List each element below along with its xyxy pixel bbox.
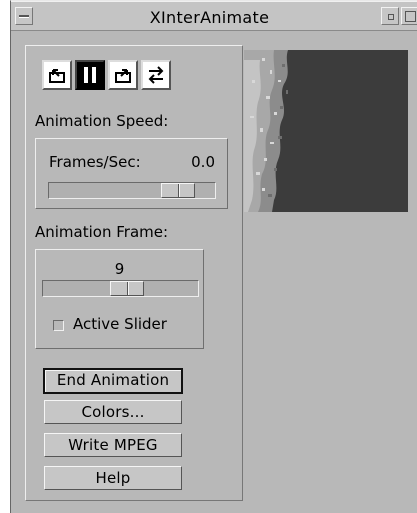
end-animation-button[interactable]: End Animation	[43, 368, 183, 394]
maximize-button[interactable]	[401, 7, 417, 25]
pause-icon	[84, 67, 96, 83]
minimize-button[interactable]	[381, 7, 399, 25]
window-menu-button[interactable]	[15, 7, 33, 25]
write-mpeg-button[interactable]: Write MPEG	[44, 433, 182, 457]
frame-number: 9	[114, 260, 125, 278]
speed-slider[interactable]	[48, 182, 216, 199]
frame-group: 9 Active Slider	[35, 249, 204, 349]
window-title: XInterAnimate	[149, 8, 270, 27]
speed-group: Frames/Sec: 0.0	[35, 138, 228, 209]
help-button[interactable]: Help	[44, 466, 182, 490]
step-backward-button[interactable]	[42, 60, 72, 90]
animation-speed-heading: Animation Speed:	[35, 112, 169, 130]
animation-preview	[244, 50, 408, 212]
loop-arrows-icon	[148, 66, 164, 84]
frames-per-sec-value: 0.0	[191, 153, 215, 171]
frames-per-sec-label: Frames/Sec:	[49, 153, 141, 171]
loop-toggle-button[interactable]	[141, 60, 171, 90]
step-backward-icon	[49, 69, 65, 83]
speed-slider-thumb[interactable]	[161, 183, 195, 198]
active-slider-checkbox[interactable]	[53, 320, 64, 331]
frame-slider-thumb[interactable]	[110, 281, 144, 296]
title-bar[interactable]: XInterAnimate	[11, 1, 417, 31]
animation-frame-heading: Animation Frame:	[35, 223, 169, 241]
frame-slider[interactable]	[42, 280, 199, 297]
control-panel: Animation Speed: Frames/Sec: 0.0 Animati…	[25, 45, 243, 501]
colors-button[interactable]: Colors...	[44, 400, 182, 424]
xinteranimate-window: XInterAnimate Animation Speed: Frames/Se…	[10, 0, 417, 513]
active-slider-label: Active Slider	[73, 315, 167, 333]
animation-frame-image	[244, 50, 408, 212]
pause-button[interactable]	[75, 60, 105, 90]
step-forward-button[interactable]	[108, 60, 138, 90]
step-forward-icon	[115, 69, 131, 83]
